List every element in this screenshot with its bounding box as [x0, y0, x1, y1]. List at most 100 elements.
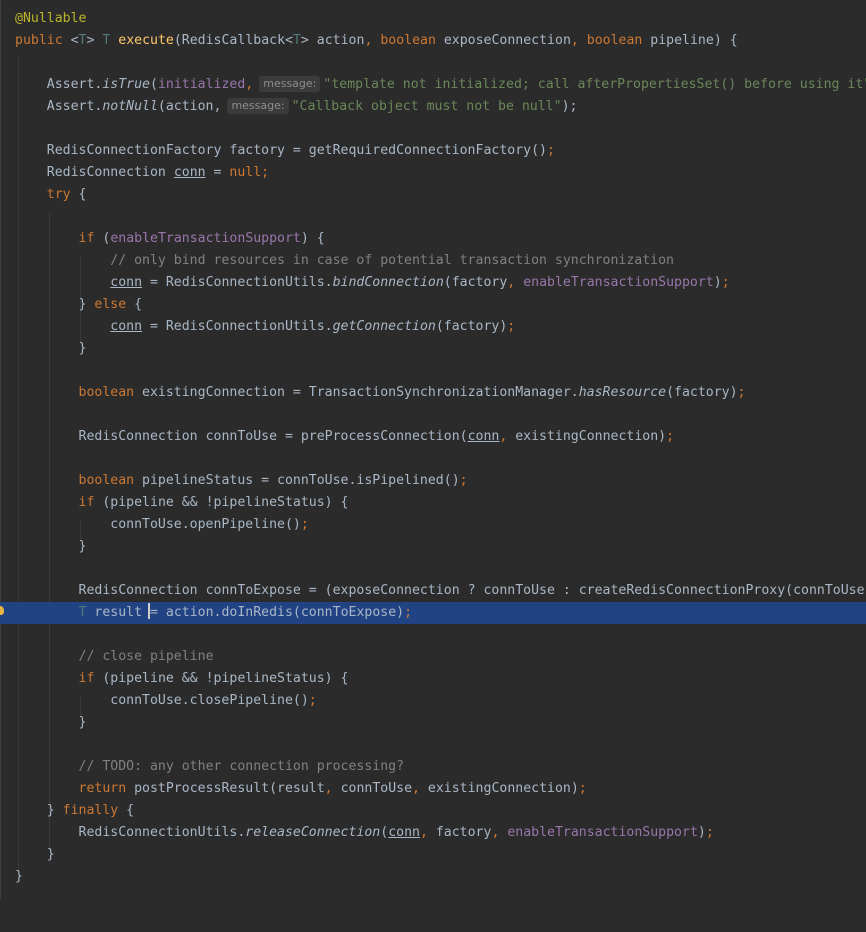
punct: ,	[364, 33, 381, 48]
keyword: boolean	[380, 33, 436, 48]
punct: ;	[546, 143, 555, 158]
punct: ;	[308, 693, 317, 708]
code-editor[interactable]: @Nullable public <T> T execute(RedisCall…	[0, 0, 866, 899]
code-text: > action	[300, 33, 365, 48]
keyword: else	[94, 297, 127, 312]
code-text: RedisConnection	[46, 165, 174, 180]
code-text: connToUse	[340, 781, 413, 796]
code-line[interactable]: connToUse.openPipeline();	[0, 514, 866, 536]
punct: ;	[737, 385, 746, 400]
keyword: if	[78, 671, 95, 686]
code-line[interactable]: connToUse.closePipeline();	[0, 690, 866, 712]
code-text: (pipeline && !pipelineStatus) {	[94, 495, 349, 510]
punct: ;	[705, 825, 714, 840]
comment: // close pipeline	[78, 649, 214, 664]
variable: conn	[110, 319, 143, 334]
keyword: if	[78, 231, 95, 246]
code-line[interactable]: RedisConnection connToExpose = (exposeCo…	[0, 580, 866, 602]
code-text: (	[94, 231, 111, 246]
code-text: = RedisConnectionUtils.	[142, 275, 333, 290]
code-text: exposeConnection	[435, 33, 571, 48]
code-text: (factory)	[666, 385, 738, 400]
code-text: factory	[435, 825, 492, 840]
code-line[interactable]: return postProcessResult(result, connToU…	[0, 778, 866, 800]
string-literal: "template not initialized; call afterPro…	[323, 77, 866, 92]
code-line[interactable]: }	[0, 712, 866, 734]
code-line[interactable]: }	[0, 536, 866, 558]
code-line[interactable]: } else {	[0, 294, 866, 316]
punct: ,	[491, 825, 508, 840]
punct: ;	[459, 473, 468, 488]
code-line[interactable]: if (pipeline && !pipelineStatus) {	[0, 668, 866, 690]
code-line[interactable]: }	[0, 844, 866, 866]
punct: ,	[507, 275, 524, 290]
variable: conn	[388, 825, 420, 840]
code-text: connToUse.openPipeline()	[110, 517, 301, 532]
code-line[interactable]: // close pipeline	[0, 646, 866, 668]
code-line[interactable]: RedisConnectionUtils.releaseConnection(c…	[0, 822, 866, 844]
code-line[interactable]: boolean pipelineStatus = connToUse.isPip…	[0, 470, 866, 492]
code-line[interactable]: conn = RedisConnectionUtils.bindConnecti…	[0, 272, 866, 294]
method-call: releaseConnection	[245, 825, 381, 840]
method-call: notNull	[102, 99, 158, 114]
code-text: RedisConnection connToUse = preProcessCo…	[78, 429, 468, 444]
punct: ;	[578, 781, 587, 796]
code-line[interactable]: } finally {	[0, 800, 866, 822]
code-line[interactable]: }	[0, 866, 866, 888]
code-text: (	[380, 825, 389, 840]
code-line[interactable]: public <T> T execute(RedisCallback<T> ac…	[0, 30, 866, 52]
code-line[interactable]: RedisConnection connToUse = preProcessCo…	[0, 426, 866, 448]
current-line[interactable]: T result = action.doInRedis(connToExpose…	[0, 602, 866, 624]
code-text: existingConnection)	[427, 781, 579, 796]
code-line[interactable]: RedisConnectionFactory factory = getRequ…	[0, 140, 866, 162]
keyword: return	[78, 781, 127, 796]
code-text: pipeline) {	[642, 33, 738, 48]
code-text: connToUse.closePipeline()	[110, 693, 309, 708]
code-line[interactable]: Assert.isTrue(initialized, message: "templ…	[0, 74, 866, 96]
code-line[interactable]: // only bind resources in case of potent…	[0, 250, 866, 272]
code-text: = RedisConnectionUtils.	[142, 319, 333, 334]
code-line[interactable]: }	[0, 338, 866, 360]
code-text: postProcessResult(result	[126, 781, 325, 796]
punct: ,	[245, 77, 254, 92]
punct: ,	[412, 781, 428, 796]
field: enableTransactionSupport	[110, 231, 301, 246]
code-line[interactable]: try {	[0, 184, 866, 206]
string-literal: "Callback object must not be null"	[291, 99, 562, 114]
parameter-hint: message:	[227, 98, 289, 114]
code-line[interactable]: @Nullable	[0, 8, 866, 30]
keyword: finally	[62, 803, 119, 818]
code-text: RedisConnectionFactory factory = getRequ…	[46, 143, 547, 158]
code-text: =	[205, 165, 230, 180]
method-call: bindConnection	[332, 275, 444, 290]
code-text: }	[15, 869, 23, 884]
punct: ;	[404, 605, 413, 620]
punct: ,	[499, 429, 516, 444]
punct: ,	[570, 33, 587, 48]
code-text: (action,	[157, 99, 222, 114]
code-line[interactable]: if (pipeline && !pipelineStatus) {	[0, 492, 866, 514]
code-line[interactable]: Assert.notNull(action, message: "Callback …	[0, 96, 866, 118]
variable: conn	[467, 429, 500, 444]
code-line[interactable]: conn = RedisConnectionUtils.getConnectio…	[0, 316, 866, 338]
comment: // TODO: any other connection processing…	[78, 759, 405, 774]
method-call: isTrue	[102, 77, 150, 92]
code-line[interactable]: // TODO: any other connection processing…	[0, 756, 866, 778]
annotation: @Nullable	[15, 11, 87, 26]
punct: ,	[324, 781, 341, 796]
code-text: existingConnection = TransactionSynchron…	[134, 385, 579, 400]
code-line[interactable]: boolean existingConnection = Transaction…	[0, 382, 866, 404]
code-text: result	[86, 605, 151, 620]
lightbulb-icon[interactable]	[0, 606, 4, 615]
code-line[interactable]: if (enableTransactionSupport) {	[0, 228, 866, 250]
code-text: }	[46, 803, 63, 818]
code-text: RedisConnection connToExpose = (exposeCo…	[78, 583, 866, 598]
field: enableTransactionSupport	[507, 825, 698, 840]
code-text: pipelineStatus = connToUse.isPipelined()	[134, 473, 460, 488]
method-name: execute	[118, 33, 174, 48]
code-text: (pipeline && !pipelineStatus) {	[94, 671, 349, 686]
code-text: (RedisCallback<	[173, 33, 293, 48]
code-line[interactable]: RedisConnection conn = null;	[0, 162, 866, 184]
code-text: <	[62, 33, 79, 48]
punct: ;	[261, 165, 270, 180]
